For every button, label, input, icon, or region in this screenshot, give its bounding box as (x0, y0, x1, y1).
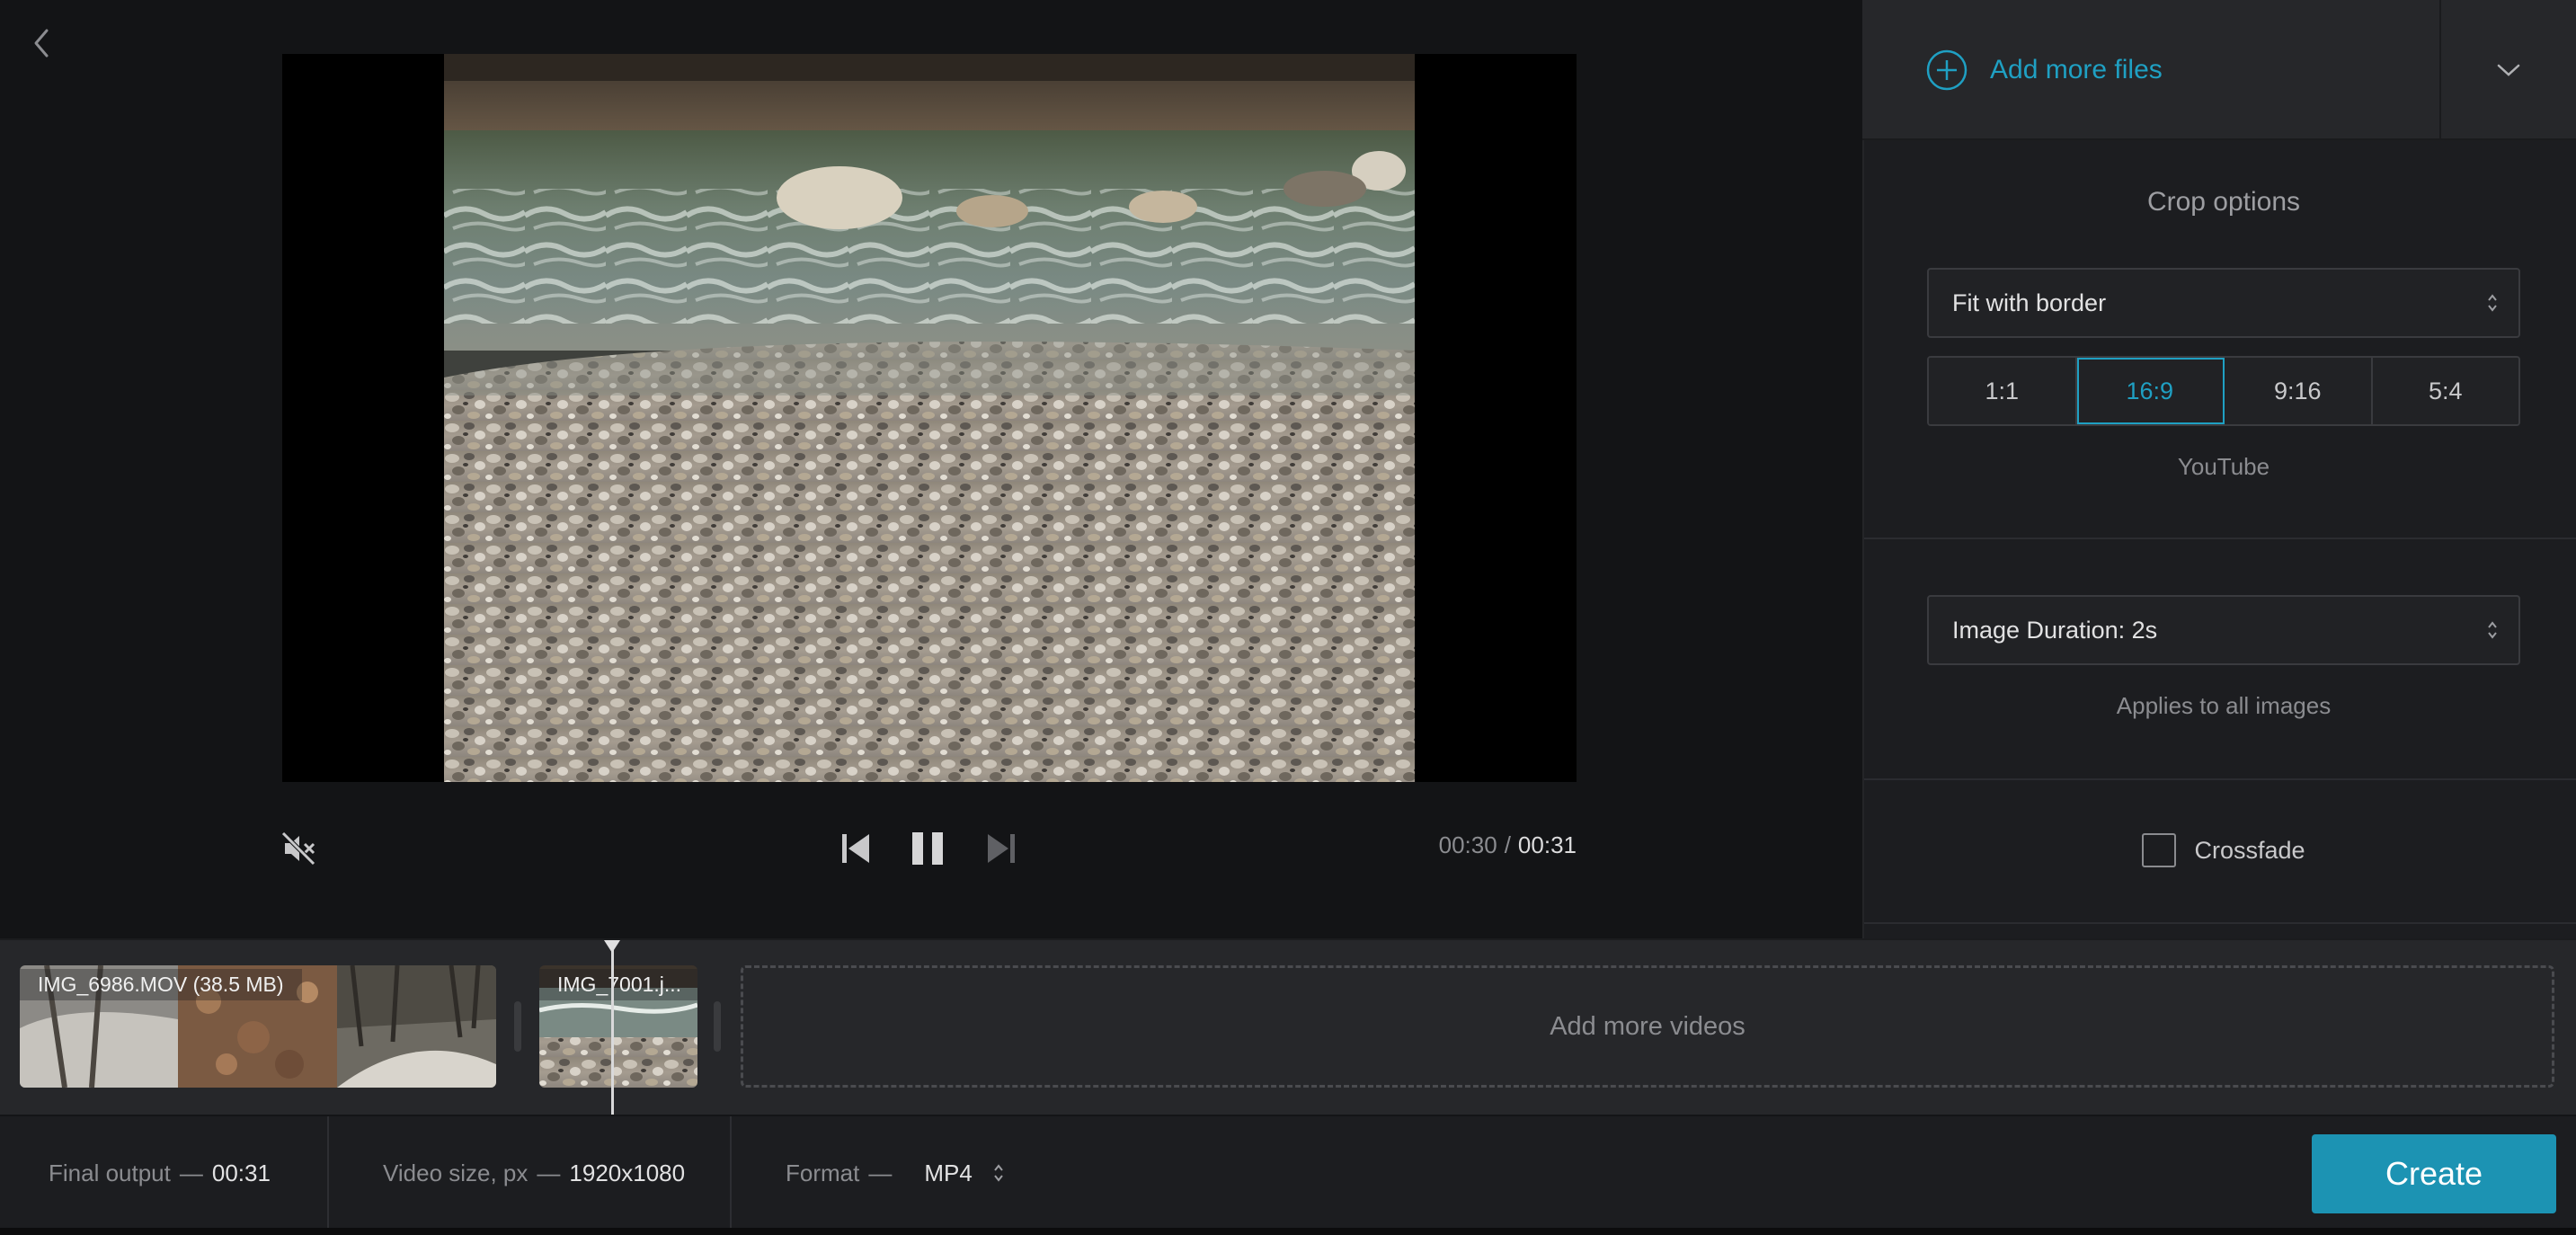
dash: — (868, 1159, 893, 1186)
files-dropdown-button[interactable] (2441, 0, 2576, 140)
image-duration-select[interactable]: Image Duration: 2s (1927, 595, 2520, 665)
crop-mode-select[interactable]: Fit with border (1927, 268, 2520, 338)
final-output-info: Final output — 00:31 (49, 1115, 271, 1231)
sort-arrows-icon (994, 1164, 1003, 1182)
add-circle-icon (1926, 49, 1968, 91)
crossfade-checkbox[interactable] (2142, 833, 2177, 867)
ratio-16-9-button[interactable]: 16:9 (2076, 358, 2225, 424)
final-output-label: Final output (49, 1159, 171, 1186)
crossfade-toggle[interactable]: Crossfade (1927, 827, 2520, 874)
sort-arrows-icon (2488, 294, 2497, 312)
duration-caption: Applies to all images (2116, 692, 2332, 719)
format-value: MP4 (924, 1159, 973, 1186)
ratio-1-1-button[interactable]: 1:1 (1929, 358, 2077, 424)
dash: — (537, 1159, 561, 1186)
pause-icon (912, 832, 943, 865)
river-scene-image (444, 54, 1415, 782)
mute-toggle[interactable] (275, 825, 322, 872)
video-preview[interactable] (444, 54, 1415, 782)
divider (1864, 538, 2576, 539)
skip-forward-icon (988, 834, 1015, 863)
playhead[interactable] (611, 944, 614, 1115)
previous-button[interactable] (836, 825, 875, 872)
divider (1864, 922, 2576, 924)
clip-label: IMG_7001.j... (539, 969, 697, 1000)
video-size-info: Video size, px — 1920x1080 (383, 1115, 685, 1231)
dash: — (179, 1159, 203, 1186)
video-size-value: 1920x1080 (569, 1159, 686, 1186)
image-duration-value: Image Duration: 2s (1952, 616, 2158, 644)
skip-back-icon (842, 834, 869, 863)
clip-label: IMG_6986.MOV (38.5 MB) (20, 969, 302, 1000)
clip-divider-handle[interactable] (514, 1001, 521, 1052)
current-time: 00:30 (1438, 831, 1497, 858)
crossfade-label: Crossfade (2194, 836, 2305, 864)
bottom-edge (0, 1228, 2576, 1235)
format-label: Format (786, 1159, 860, 1186)
chevron-down-icon (2497, 64, 2520, 76)
format-info: Format — MP4 (786, 1115, 1005, 1231)
playhead-icon[interactable] (602, 938, 622, 955)
sort-arrows-icon (2488, 621, 2497, 639)
back-button[interactable] (23, 25, 59, 61)
pause-button[interactable] (904, 822, 951, 875)
speaker-muted-icon (281, 831, 315, 866)
timeline-clip[interactable]: IMG_6986.MOV (38.5 MB) (20, 965, 496, 1088)
video-size-label: Video size, px (383, 1159, 529, 1186)
time-readout: 00:30 /00:31 (1384, 831, 1577, 867)
crop-options-title: Crop options (2146, 187, 2301, 217)
crop-mode-value: Fit with border (1952, 289, 2107, 316)
time-separator: / (1504, 831, 1511, 858)
chevron-left-icon (34, 29, 49, 58)
add-more-videos-dropzone[interactable]: Add more videos (741, 965, 2554, 1088)
total-time: 00:31 (1517, 831, 1577, 858)
timeline-clip[interactable]: IMG_7001.j... (539, 965, 697, 1088)
format-select[interactable]: MP4 (924, 1159, 1004, 1187)
final-output-value: 00:31 (211, 1159, 271, 1186)
add-more-files-label: Add more files (1990, 55, 2163, 84)
create-button[interactable]: Create (2312, 1134, 2556, 1213)
ratio-caption: YouTube (2177, 453, 2270, 480)
ratio-9-16-button[interactable]: 9:16 (2225, 358, 2373, 424)
next-button[interactable] (982, 825, 1021, 872)
ratio-5-4-button[interactable]: 5:4 (2372, 358, 2518, 424)
divider (730, 1116, 732, 1231)
aspect-ratio-group: 1:1 16:9 9:16 5:4 (1927, 356, 2520, 426)
divider (327, 1116, 329, 1231)
add-more-files-button[interactable]: Add more files (1925, 45, 2411, 95)
clip-divider-handle[interactable] (714, 1001, 721, 1052)
divider (1864, 778, 2576, 780)
